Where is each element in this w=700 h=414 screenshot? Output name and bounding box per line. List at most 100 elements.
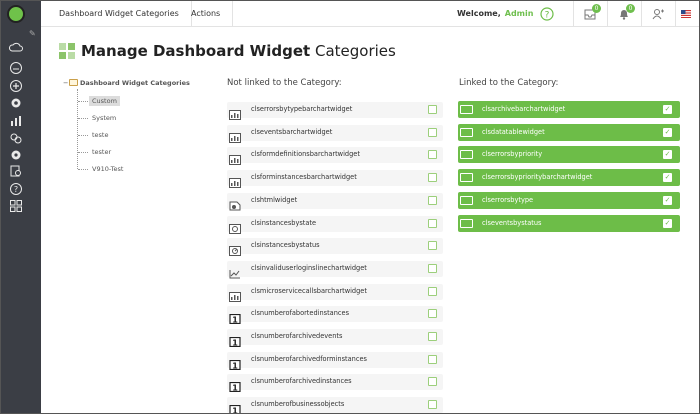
add-icon[interactable]	[9, 79, 23, 93]
checked-checkbox-icon[interactable]: ✓	[663, 218, 672, 228]
link-checkbox[interactable]	[428, 286, 437, 296]
welcome-text: Welcome, Admin	[457, 9, 533, 18]
us-flag-icon	[681, 10, 691, 18]
help-circle-icon: ?	[540, 7, 554, 21]
linked-row[interactable]: clserrorsbypriority ✓	[458, 146, 680, 164]
chart-icon	[229, 150, 241, 166]
not-linked-row[interactable]: clserrorsbytypebarchartwidget	[227, 102, 443, 120]
widget-icon	[460, 173, 473, 183]
not-linked-row[interactable]: 1 clsnumberofarchivedinstances	[227, 374, 443, 393]
pin-icon[interactable]: ✎	[29, 29, 36, 38]
widget-icon	[460, 218, 473, 228]
checked-checkbox-icon[interactable]: ✓	[663, 195, 672, 205]
widget-name: clsnumberofarchivedinstances	[251, 377, 352, 386]
not-linked-row[interactable]: clseventsbarchartwidget	[227, 124, 443, 143]
number-one-icon: 1	[229, 377, 241, 393]
widget-name: clsnumberofabortedinstances	[251, 309, 350, 318]
tree-item-system[interactable]: System	[89, 113, 119, 123]
link-icon[interactable]	[9, 131, 23, 145]
not-linked-row[interactable]: 1 clsnumberofbusinessobjects	[227, 397, 443, 413]
bar-chart-icon[interactable]	[9, 114, 23, 128]
page-title-bold: Manage Dashboard Widget	[81, 42, 311, 60]
not-linked-row[interactable]: clsinstancesbystatus	[227, 238, 443, 257]
not-linked-row[interactable]: 1 clsnumberofarchivedforminstances	[227, 351, 443, 370]
checked-checkbox-icon[interactable]: ✓	[663, 127, 672, 137]
linked-row[interactable]: clsdatatablewidget ✓	[458, 123, 680, 141]
app-logo[interactable]	[7, 5, 25, 23]
not-linked-row[interactable]: clsinstancesbystate	[227, 215, 443, 234]
link-checkbox[interactable]	[428, 150, 437, 160]
app-window: ✎ ? Dashboard Widget Categories Actions …	[0, 0, 700, 414]
settings-gear-icon[interactable]	[9, 96, 23, 110]
widget-icon	[460, 127, 473, 137]
notifications-button[interactable]: 0	[607, 1, 641, 27]
not-linked-row[interactable]: clsmicroservicecallsbarchartwidget	[227, 283, 443, 302]
tree-root[interactable]: − Dashboard Widget Categories	[63, 79, 190, 87]
checked-checkbox-icon[interactable]: ✓	[663, 173, 672, 183]
not-linked-row[interactable]: clsformdefinitionsbarchartwidget	[227, 147, 443, 166]
checked-checkbox-icon[interactable]: ✓	[663, 105, 672, 114]
link-checkbox[interactable]	[428, 309, 437, 319]
svg-text:1: 1	[232, 361, 238, 370]
link-checkbox[interactable]	[428, 105, 437, 114]
not-linked-heading: Not linked to the Category:	[227, 78, 342, 88]
user-name[interactable]: Admin	[505, 9, 534, 18]
link-checkbox[interactable]	[428, 173, 437, 183]
widget-name: clserrorsbytypebarchartwidget	[251, 105, 353, 113]
tree-item-v910-test[interactable]: V910-Test	[89, 164, 126, 174]
not-linked-row[interactable]: clsinvaliduserloginslinechartwidget	[227, 260, 443, 279]
apps-grid-icon[interactable]	[9, 199, 23, 213]
folder-icon	[69, 79, 78, 86]
not-linked-row[interactable]: 1 clsnumberofarchivedevents	[227, 329, 443, 347]
number-one-icon: 1	[229, 355, 241, 370]
link-checkbox[interactable]	[428, 241, 437, 251]
widget-name: clsforminstancesbarchartwidget	[251, 173, 357, 182]
svg-text:1: 1	[232, 316, 238, 325]
tree-connector	[78, 152, 88, 153]
widget-name: clsmicroservicecallsbarchartwidget	[251, 286, 367, 295]
link-checkbox[interactable]	[428, 332, 437, 341]
tree-connector	[78, 135, 88, 136]
not-linked-row[interactable]: clshtmlwidget	[227, 192, 443, 211]
linked-row[interactable]: clserrorsbytype ✓	[458, 191, 680, 209]
tree-item-custom[interactable]: Custom	[89, 96, 120, 106]
not-linked-row[interactable]: 1 clsnumberofabortedinstances	[227, 306, 443, 325]
svg-text:1: 1	[232, 384, 238, 393]
inbox-button[interactable]: 0	[573, 1, 607, 27]
language-button[interactable]	[675, 1, 699, 27]
linked-row[interactable]: clserrorsbyprioritybarchartwidget ✓	[458, 169, 680, 187]
widget-name: clserrorsbyprioritybarchartwidget	[482, 173, 593, 182]
cloud-icon[interactable]	[8, 41, 23, 55]
link-checkbox[interactable]	[428, 377, 437, 387]
user-menu-button[interactable]	[641, 1, 675, 27]
widget-categories-icon	[59, 43, 75, 59]
linked-row[interactable]: clseventsbystatus ✓	[458, 214, 680, 232]
widget-name: clsinstancesbystatus	[251, 241, 320, 250]
help-icon[interactable]: ?	[9, 182, 23, 196]
left-nav-rail: ✎ ?	[1, 1, 41, 413]
link-checkbox[interactable]	[428, 195, 437, 205]
chart-icon	[229, 287, 241, 302]
link-checkbox[interactable]	[428, 127, 437, 137]
link-checkbox[interactable]	[428, 218, 437, 228]
link-checkbox[interactable]	[428, 354, 437, 364]
help-button[interactable]: ?	[531, 1, 565, 27]
tree-item-teste[interactable]: teste	[89, 130, 111, 140]
widget-name: clshtmlwidget	[251, 195, 298, 204]
chart-icon	[229, 173, 241, 189]
search-doc-icon[interactable]	[9, 164, 23, 178]
widget-name: clserrorsbytype	[482, 195, 534, 204]
widget-name: clsinstancesbystate	[251, 218, 317, 227]
linked-row[interactable]: clsarchivebarchartwidget ✓	[458, 101, 680, 118]
cog-icon[interactable]	[9, 148, 23, 162]
not-linked-row[interactable]: clsforminstancesbarchartwidget	[227, 170, 443, 189]
gauge-icon[interactable]	[9, 61, 23, 75]
tree-item-tester[interactable]: tester	[89, 147, 114, 157]
state-icon	[229, 219, 241, 234]
link-checkbox[interactable]	[428, 263, 437, 273]
checked-checkbox-icon[interactable]: ✓	[663, 150, 672, 160]
top-bar: Dashboard Widget Categories Actions Welc…	[41, 1, 699, 27]
tab-actions[interactable]: Actions	[179, 1, 234, 27]
link-checkbox[interactable]	[428, 400, 437, 410]
tab-dashboard-widget-categories[interactable]: Dashboard Widget Categories	[47, 1, 192, 27]
